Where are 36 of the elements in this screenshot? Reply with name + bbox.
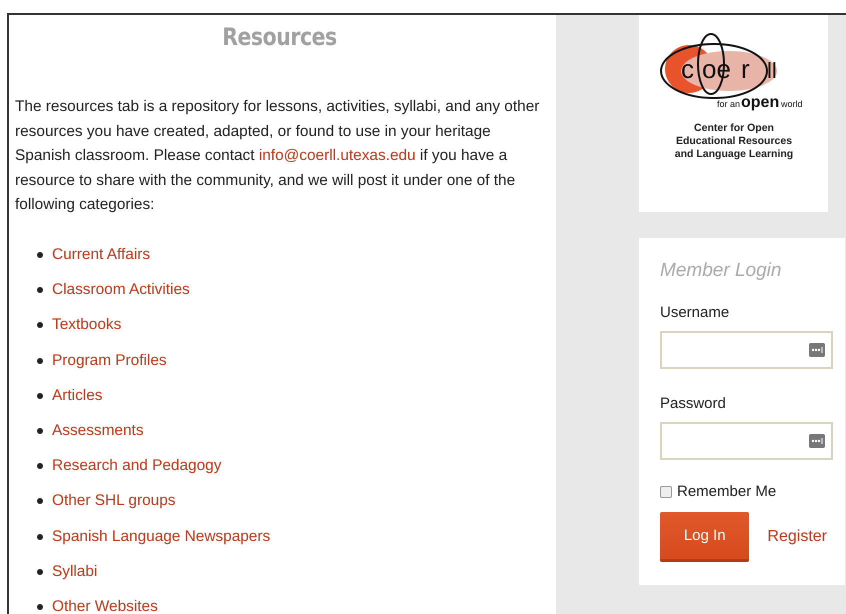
category-link[interactable]: Assessments xyxy=(52,422,144,440)
login-title: Member Login xyxy=(660,260,782,282)
bullet-icon xyxy=(37,568,43,575)
bullet-icon xyxy=(37,252,43,258)
category-link[interactable]: Other Websites xyxy=(52,598,158,614)
bullet-icon xyxy=(37,428,43,434)
email-link[interactable]: info@coerll.utexas.edu xyxy=(258,147,416,164)
bullet-icon xyxy=(37,287,43,294)
category-link[interactable]: Classroom Activities xyxy=(52,281,190,300)
field-label: Username xyxy=(660,304,730,321)
category-link[interactable]: Spanish Language Newspapers xyxy=(52,528,270,546)
bullet-icon xyxy=(37,392,43,399)
input-field[interactable] xyxy=(660,331,833,369)
register-link[interactable]: Register xyxy=(767,528,827,546)
bullet-icon xyxy=(37,604,43,610)
category-link[interactable]: Syllabi xyxy=(52,562,98,581)
category-link[interactable]: Research and Pedagogy xyxy=(52,457,222,476)
bullet-icon xyxy=(37,322,43,328)
bullet-icon xyxy=(37,463,43,470)
category-link[interactable]: Articles xyxy=(52,386,102,405)
category-link[interactable]: Program Profiles xyxy=(52,352,167,370)
password-manager-icon[interactable] xyxy=(809,343,825,357)
field-label: Password xyxy=(660,395,727,412)
login-button[interactable]: Log In xyxy=(660,512,750,562)
bullet-icon xyxy=(37,498,43,504)
category-link[interactable]: Current Affairs xyxy=(52,246,150,264)
input-field[interactable] xyxy=(660,422,833,460)
category-link[interactable]: Other SHL groups xyxy=(52,492,176,510)
checkbox-label: Remember Me xyxy=(677,483,776,500)
password-manager-icon[interactable] xyxy=(809,434,825,448)
intro-paragraph: The resources tab is a repository for lessons, activities, syllabi, and any other resources you have created, adapted, or found to use in your heritage Spanish classroom. Please contact info@coerll.utexas.edu if you have a resource to share with the community, and we will post it under one of the following categories: xyxy=(15,97,540,215)
bullet-icon xyxy=(37,534,43,540)
checkbox[interactable] xyxy=(660,486,672,498)
category-link[interactable]: Textbooks xyxy=(52,316,122,334)
bullet-icon xyxy=(37,358,43,364)
page-title: Resources xyxy=(221,23,338,51)
